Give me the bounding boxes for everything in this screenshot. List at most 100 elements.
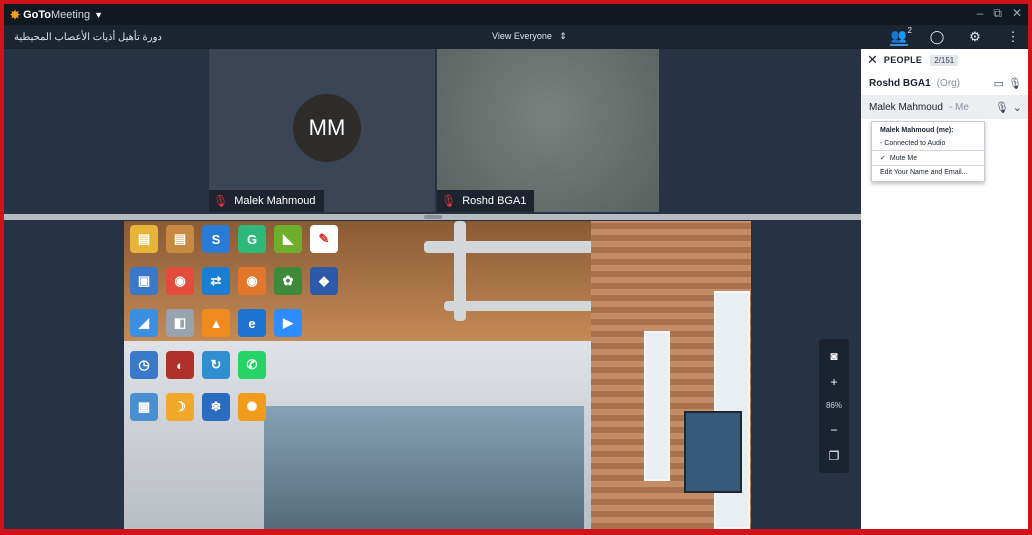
screen-share-view: ▤ ▤ S G ◣ ✎ ▣ ◉ ⇄ ◉ ✿ ◆ ◢ ◧ ▲ e ▶ ◷ ◐ ↻ [124, 221, 751, 529]
zoom-out-button[interactable]: − [830, 423, 837, 437]
restore-button[interactable]: ⧉ [993, 6, 1002, 21]
wall-window [644, 331, 670, 481]
close-icon[interactable]: ✕ [867, 52, 878, 68]
title-bar: ✸ GoTo Meeting ▼ – ⧉ ✕ [4, 4, 1028, 25]
nvidia-icon[interactable]: ◣ [274, 225, 302, 253]
app-icon[interactable]: ✿ [274, 267, 302, 295]
empty-slot [310, 309, 338, 337]
folder-icon[interactable]: ▤ [130, 225, 158, 253]
chevron-down-icon: ▼ [94, 9, 104, 20]
chrome-icon[interactable]: ◉ [238, 267, 266, 295]
app-icon[interactable]: ✺ [238, 393, 266, 421]
app-menu-button[interactable]: ✸ GoTo Meeting ▼ [10, 8, 103, 22]
participant-name: Malek Mahmoud [234, 195, 316, 207]
app-icon[interactable]: ◢ [130, 309, 158, 337]
app-icon[interactable]: ▦ [130, 393, 158, 421]
chevron-down-icon[interactable]: ⌄ [1013, 101, 1022, 114]
more-options-button[interactable]: ⋮ [1004, 28, 1022, 46]
people-panel-header: ✕ PEOPLE 2/151 [861, 49, 1028, 71]
participant-row-name: Roshd BGA1 [869, 77, 931, 89]
menu-item-label: Mute Me [889, 155, 918, 162]
menu-item-mute-me[interactable]: ✓ Mute Me [872, 150, 984, 165]
participant-tile[interactable]: 🎙 Roshd BGA1 [437, 49, 659, 212]
mic-muted-icon: 🎙 [441, 194, 457, 208]
chat-button[interactable]: ◯ [928, 28, 946, 46]
resize-handle[interactable] [424, 215, 442, 219]
row-icons: ▭ 🎙 [994, 77, 1022, 90]
meeting-title: دورة تأهيل أذيات الأعصاب المحيطية [14, 31, 162, 43]
zoom-in-button[interactable]: + [830, 375, 837, 389]
folder-icon[interactable]: ▤ [166, 225, 194, 253]
empty-slot [274, 351, 302, 379]
app-icon[interactable]: ▣ [130, 267, 158, 295]
copy-icon[interactable]: ❐ [829, 449, 840, 463]
people-button[interactable]: 👥 2 [890, 26, 912, 46]
check-icon: ✓ [880, 155, 886, 162]
updown-chevron-icon: ⇕ [559, 31, 567, 41]
mic-muted-icon[interactable]: 🎙 [1008, 77, 1022, 90]
vlc-icon[interactable]: ▲ [202, 309, 230, 337]
participant-role: - Me [948, 101, 969, 113]
participant-row[interactable]: Malek Mahmoud - Me 🎙 ⌄ [861, 95, 1028, 119]
people-icon: 👥 [890, 28, 908, 43]
brand-light: Meeting [50, 8, 91, 21]
wall-window [714, 291, 750, 529]
pdf-icon[interactable]: ✎ [310, 225, 338, 253]
teamviewer-icon[interactable]: ⇄ [202, 267, 230, 295]
mic-muted-icon[interactable]: 🎙 [995, 101, 1009, 114]
participant-context-menu: Malek Mahmoud (me): - Connected to Audio… [871, 121, 985, 182]
ceiling-duct [444, 301, 614, 311]
app-icon[interactable]: ◧ [166, 309, 194, 337]
whatsapp-icon[interactable]: ✆ [238, 351, 266, 379]
app-icon[interactable]: ◆ [310, 267, 338, 295]
camera-feed [437, 49, 659, 212]
view-selector[interactable]: View Everyone ⇕ [492, 31, 567, 42]
desktop-icons: ▤ ▤ S G ◣ ✎ ▣ ◉ ⇄ ◉ ✿ ◆ ◢ ◧ ▲ e ▶ ◷ ◐ ↻ [130, 225, 342, 431]
skype-icon[interactable]: S [202, 225, 230, 253]
video-stage: MM 🎙 Malek Mahmoud 🎙 Roshd BGA1 ▤ ▤ S G … [4, 49, 861, 529]
meeting-toolbar: دورة تأهيل أذيات الأعصاب المحيطية View E… [4, 25, 1028, 49]
participant-name-bar: 🎙 Malek Mahmoud [209, 190, 324, 212]
split-divider[interactable] [4, 214, 861, 220]
app-icon[interactable]: ☽ [166, 393, 194, 421]
toolbar-actions: 👥 2 ◯ ⚙ ⋮ [890, 26, 1022, 46]
chat-icon: ◯ [929, 29, 945, 44]
zoom-controls: ◙ + 86% − ❐ [819, 339, 849, 473]
grammarly-icon[interactable]: G [238, 225, 266, 253]
chrome-icon[interactable]: ◉ [166, 267, 194, 295]
avatar: MM [293, 94, 361, 162]
menu-header: Malek Mahmoud (me): [880, 127, 954, 134]
close-window-button[interactable]: ✕ [1012, 6, 1022, 21]
participant-role: (Org) [936, 77, 961, 89]
app-icon[interactable]: ❄ [202, 393, 230, 421]
participant-row-name: Malek Mahmoud [869, 101, 943, 113]
brand-bold: GoTo [23, 8, 51, 21]
people-count: 2/151 [930, 54, 959, 66]
gear-icon: ⚙ [969, 29, 981, 44]
view-selector-label: View Everyone [492, 31, 552, 41]
camera-icon[interactable]: ◙ [830, 349, 837, 363]
minimize-button[interactable]: – [977, 6, 984, 21]
menu-item-edit-name[interactable]: Edit Your Name and Email... [872, 165, 984, 179]
gotomeeting-logo-icon: ✸ [10, 7, 21, 22]
window-controls: – ⧉ ✕ [977, 6, 1022, 21]
participant-name-bar: 🎙 Roshd BGA1 [437, 190, 535, 212]
app-window: ✸ GoTo Meeting ▼ – ⧉ ✕ دورة تأهيل أذيات … [0, 0, 1032, 535]
screen-share-icon: ▭ [993, 78, 1005, 90]
people-count-badge: 2 [907, 26, 912, 35]
app-icon[interactable]: ◷ [130, 351, 158, 379]
zoom-icon[interactable]: ▶ [274, 309, 302, 337]
edge-icon[interactable]: e [238, 309, 266, 337]
app-icon[interactable]: ↻ [202, 351, 230, 379]
row-icons: 🎙 ⌄ [995, 101, 1022, 114]
people-panel-title: PEOPLE [883, 55, 923, 65]
participant-tile[interactable]: MM 🎙 Malek Mahmoud [209, 49, 435, 212]
app-icon[interactable]: ◐ [166, 351, 194, 379]
empty-slot [310, 351, 338, 379]
settings-button[interactable]: ⚙ [966, 28, 984, 46]
wall-tv [684, 411, 742, 493]
menu-item-audio-status: - Connected to Audio [880, 140, 946, 147]
participant-row[interactable]: Roshd BGA1 (Org) ▭ 🎙 [861, 71, 1028, 95]
more-vertical-icon: ⋮ [1006, 29, 1020, 44]
ceiling-duct [454, 221, 466, 321]
